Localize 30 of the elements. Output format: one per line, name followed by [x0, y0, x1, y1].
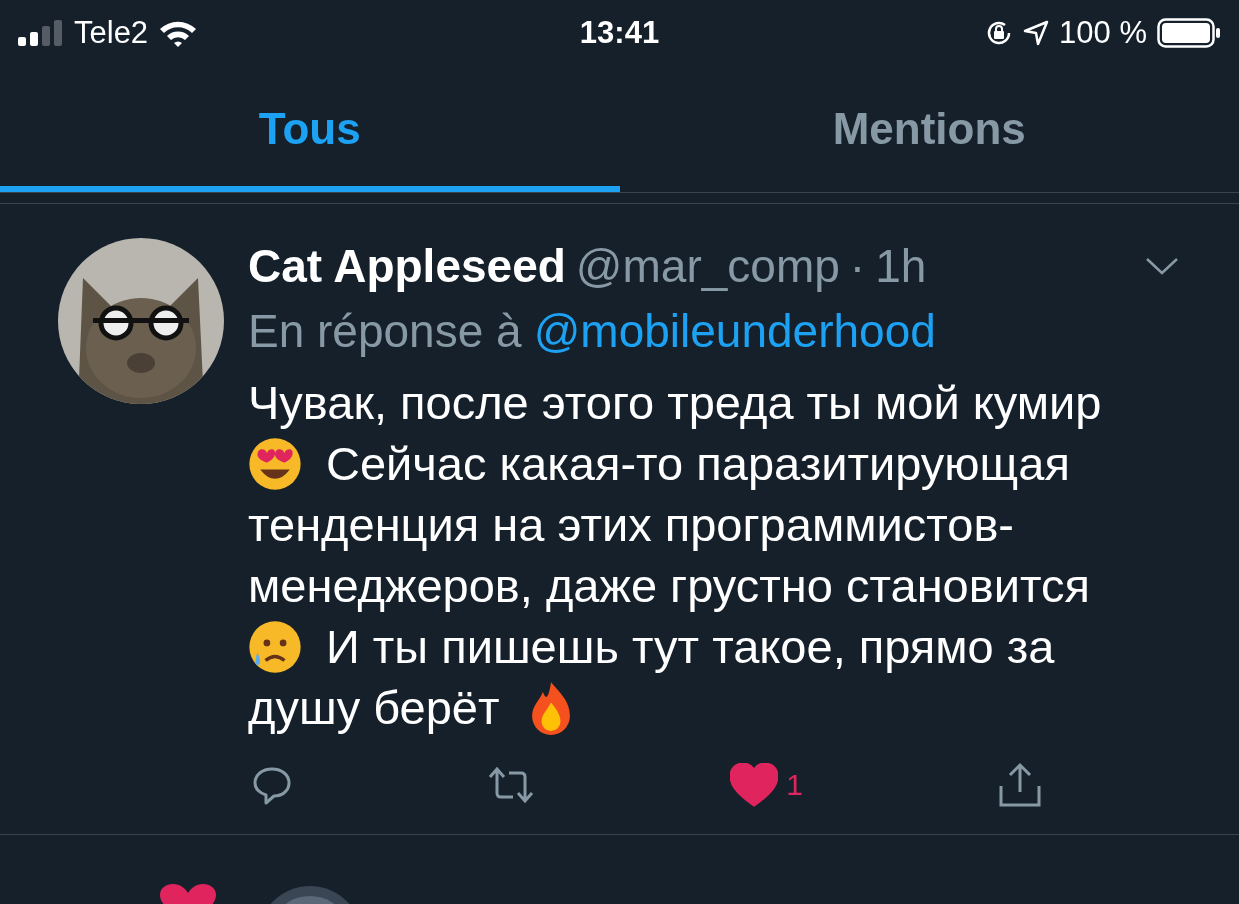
heart-icon[interactable]: [730, 763, 779, 807]
mention-link[interactable]: @mobileunderhood: [533, 304, 936, 358]
share-icon[interactable]: [997, 762, 1042, 808]
tweet-text: тенденция на этих программистов-: [248, 497, 1015, 553]
location-arrow-icon: [1023, 20, 1050, 46]
display-name[interactable]: Cat Appleseed: [248, 239, 566, 293]
tweet-text: менеджеров, даже грустно становится: [248, 558, 1090, 614]
tab[interactable]: Mentions: [619, 66, 1239, 192]
tweet-text: Чувак, после этого треда ты мой кумир: [248, 375, 1102, 431]
like-count: 1: [786, 768, 803, 802]
heart-icon: [158, 884, 218, 904]
wifi-icon: [158, 19, 199, 47]
carrier-name: Tele2: [74, 15, 149, 51]
chevron-down-icon[interactable]: [1145, 256, 1179, 276]
battery-percent: 100 %: [1059, 15, 1147, 51]
tweet-text: И ты пишешь тут такое, прямо за: [326, 619, 1055, 675]
reply-label: En réponse à: [248, 304, 522, 358]
separator-dot: ·: [849, 239, 866, 293]
user-handle[interactable]: @mar_comp: [575, 239, 840, 293]
tweet-time: 1h: [875, 239, 927, 293]
tweet-text: душу берёт: [248, 680, 500, 736]
clock-time: 13:41: [579, 15, 660, 51]
reply-icon[interactable]: [252, 765, 292, 805]
heart-eyes-emoji-icon: [248, 436, 302, 491]
battery-icon: [1157, 18, 1221, 48]
tweet-text: Сейчас какая-то паразитирующая: [326, 436, 1070, 492]
sad-face-emoji-icon: [248, 619, 302, 674]
tab[interactable]: Tous: [0, 66, 620, 192]
signal-icon: [18, 20, 64, 46]
retweet-icon[interactable]: [487, 765, 536, 805]
